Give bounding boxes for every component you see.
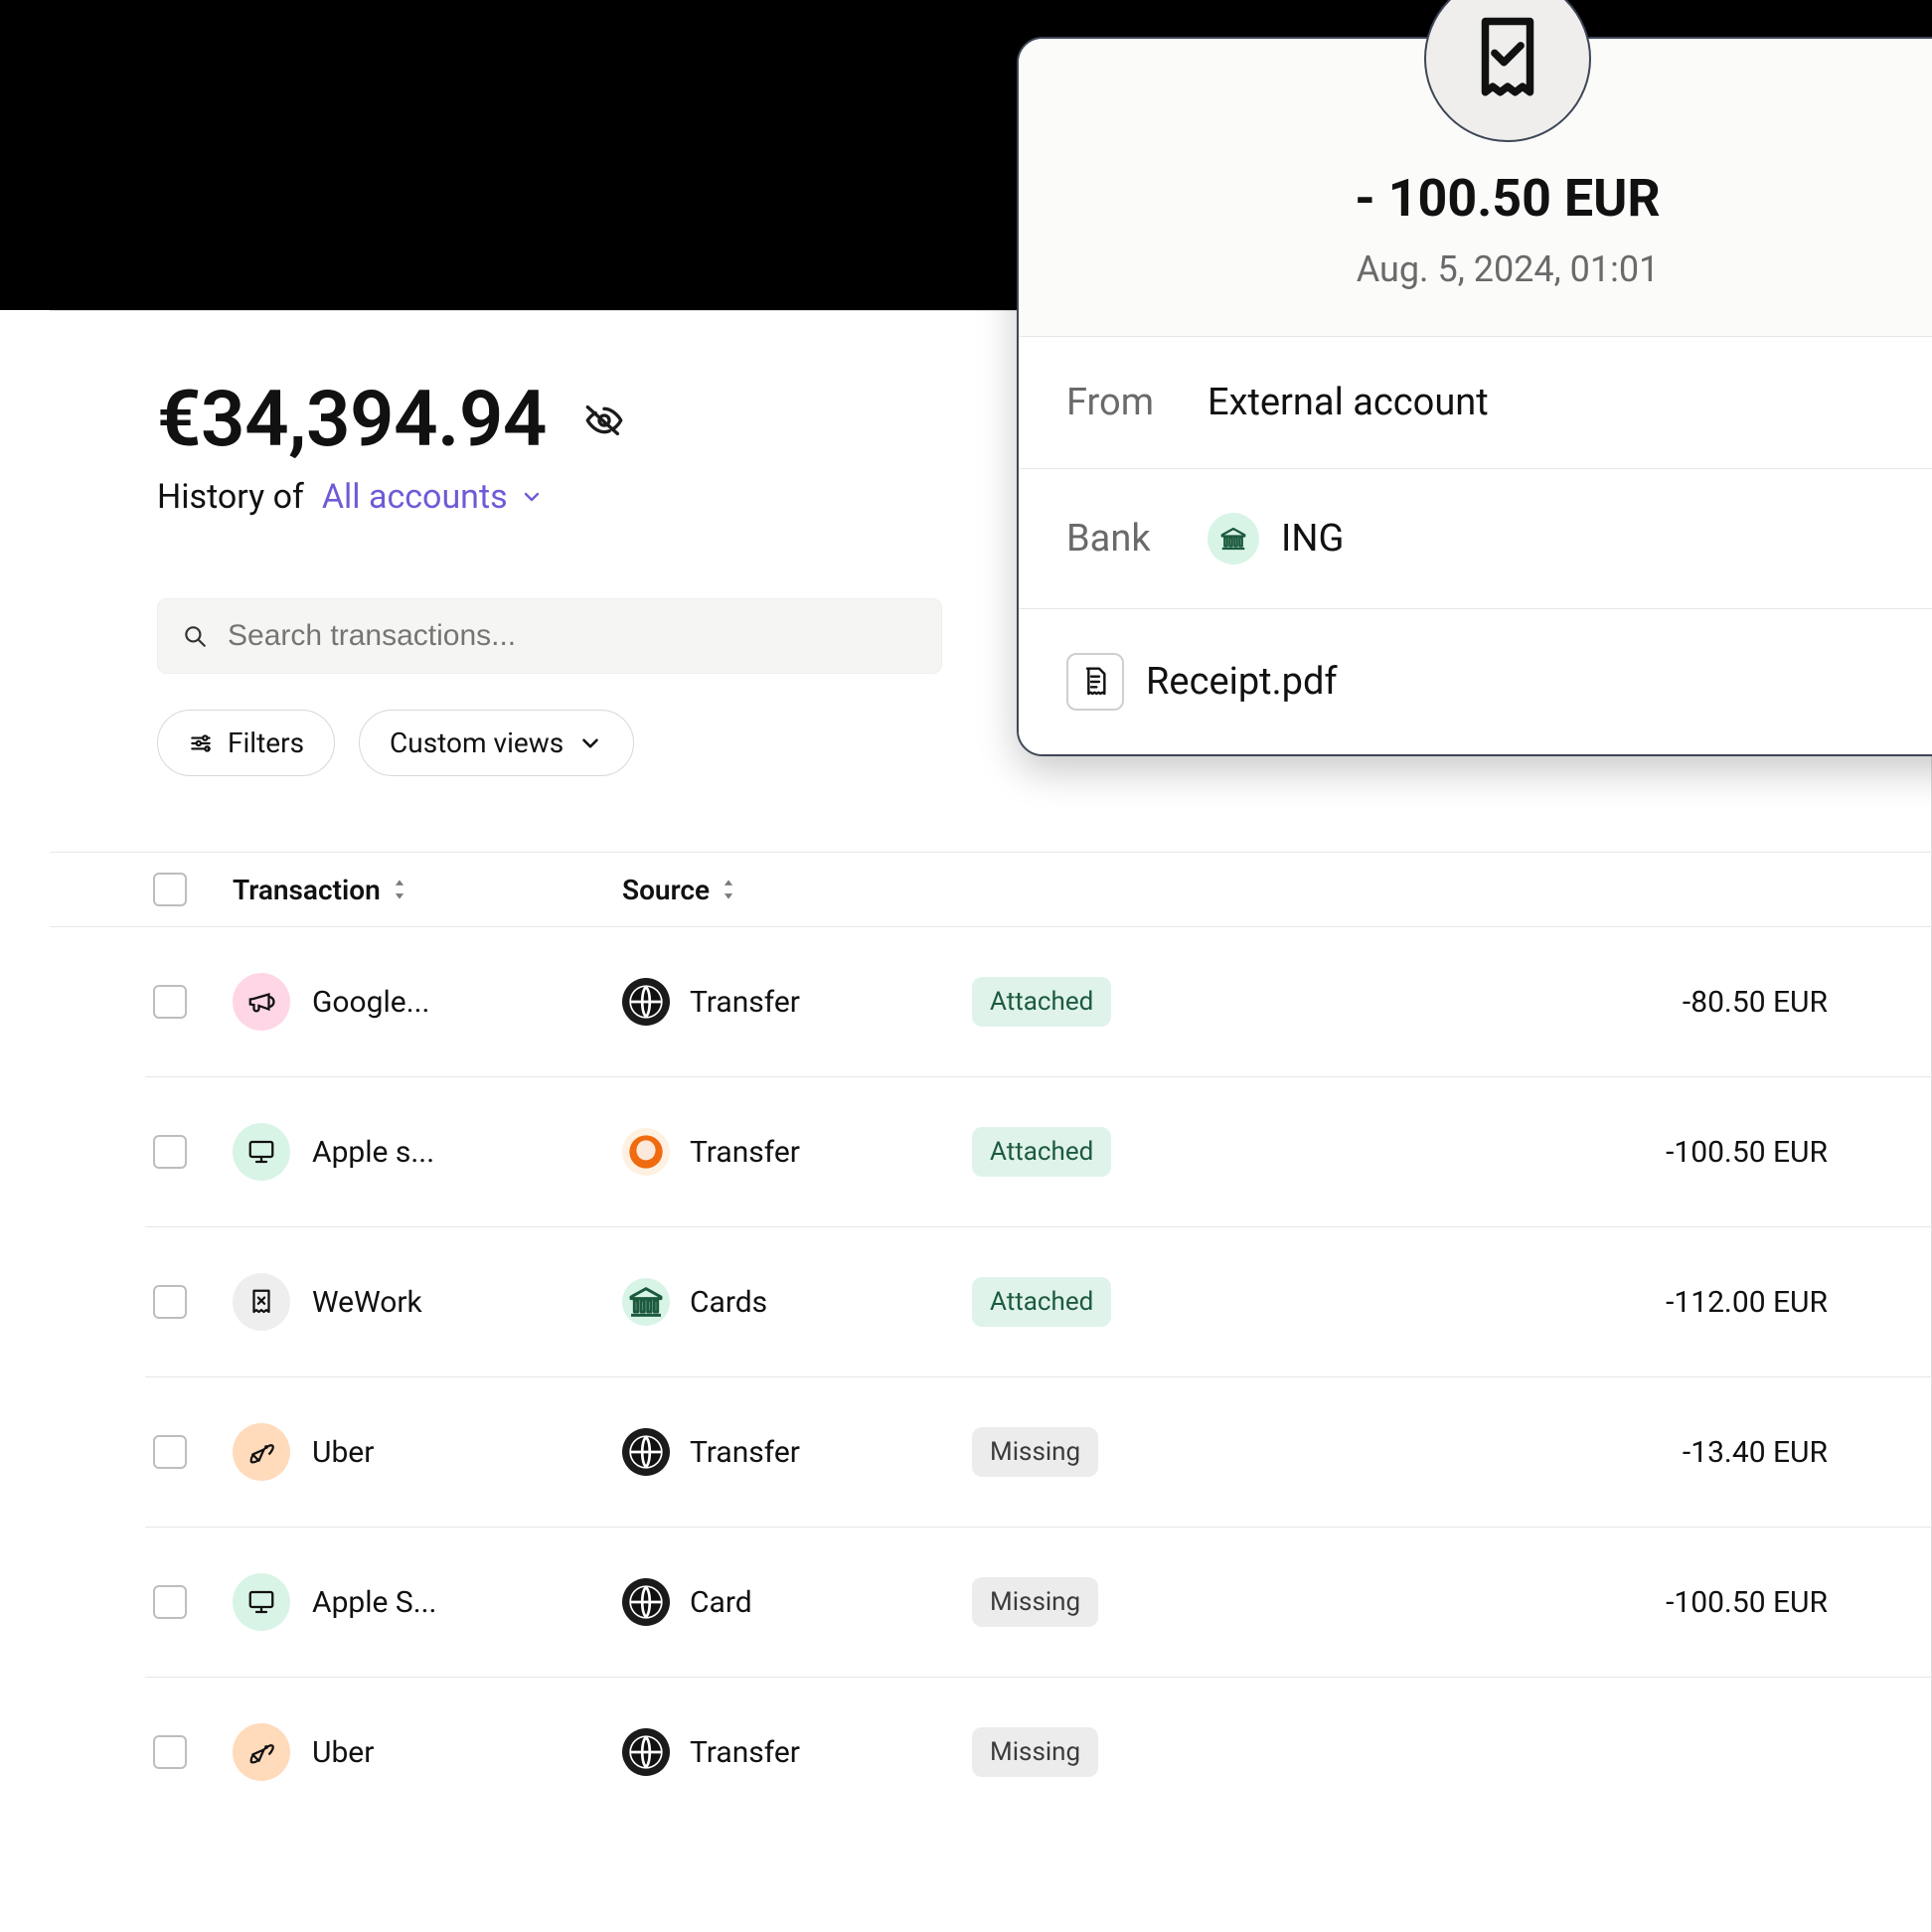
detail-bank-label: Bank (1066, 517, 1186, 561)
amount-cell: -100.50 EUR (1242, 1135, 1832, 1170)
sliders-icon (188, 730, 214, 756)
receipt-check-icon (1463, 9, 1552, 108)
select-all-checkbox[interactable] (153, 873, 187, 906)
row-checkbox[interactable] (153, 1135, 187, 1169)
detail-amount: - 100.50 EUR (1048, 168, 1932, 229)
amount-cell: -13.40 EUR (1242, 1435, 1832, 1470)
source-label: Transfer (690, 1135, 800, 1170)
source-label: Transfer (690, 1435, 800, 1470)
transactions-table: Transaction Source Google... Transfer (50, 852, 1931, 1827)
receipt-badge: Attached (972, 1127, 1111, 1177)
detail-date: Aug. 5, 2024, 01:01 (1048, 248, 1932, 290)
sort-icon (391, 879, 408, 900)
detail-from-label: From (1066, 381, 1186, 424)
receipt-badge: Missing (972, 1427, 1098, 1477)
table-row[interactable]: Uber Transfer Missing (145, 1677, 1931, 1827)
row-checkbox[interactable] (153, 1435, 187, 1469)
detail-attachment-name: Receipt.pdf (1146, 660, 1338, 704)
table-row[interactable]: Uber Transfer Missing -13.40 EUR (145, 1376, 1931, 1527)
table-header-row: Transaction Source (50, 852, 1931, 927)
chevron-down-icon (520, 485, 544, 509)
detail-bank-name: ING (1281, 517, 1344, 561)
globe-icon (622, 1428, 670, 1476)
search-input-wrapper[interactable] (157, 598, 942, 674)
lion-icon (622, 1128, 670, 1176)
source-label: Cards (690, 1285, 767, 1320)
rocket-icon (233, 1723, 290, 1781)
detail-from-row: From External account (1019, 337, 1932, 469)
custom-views-button[interactable]: Custom views (359, 710, 634, 776)
chevron-down-icon (577, 730, 603, 756)
megaphone-icon (233, 973, 290, 1031)
search-input[interactable] (226, 618, 917, 654)
toggle-balance-visibility[interactable] (582, 399, 626, 442)
merchant-name: Apple S... (312, 1585, 436, 1620)
bank-icon (622, 1278, 670, 1326)
amount-cell: -100.50 EUR (1242, 1585, 1832, 1620)
accounts-selector[interactable]: All accounts (322, 477, 544, 517)
globe-icon (622, 1728, 670, 1776)
bank-icon (1218, 524, 1248, 554)
column-transaction[interactable]: Transaction (223, 874, 610, 906)
history-label: History of (157, 477, 304, 517)
globe-icon (622, 1578, 670, 1626)
receipt-x-icon (233, 1273, 290, 1331)
custom-views-label: Custom views (390, 726, 564, 759)
receipt-badge: Missing (972, 1577, 1098, 1627)
source-label: Card (690, 1585, 752, 1620)
table-row[interactable]: Apple S... Card Missing -100.50 EUR (145, 1527, 1931, 1677)
eye-off-icon (584, 401, 624, 440)
bank-chip (1208, 513, 1259, 564)
main-panel: €34,394.94 History of All accounts Filte… (50, 310, 1932, 1932)
source-label: Transfer (690, 1735, 800, 1770)
row-checkbox[interactable] (153, 1735, 187, 1769)
table-row[interactable]: WeWork Cards Attached -112.00 EUR (145, 1226, 1931, 1376)
receipt-badge: Attached (972, 977, 1111, 1027)
sort-icon (720, 879, 737, 900)
rocket-icon (233, 1423, 290, 1481)
column-source[interactable]: Source (622, 874, 960, 906)
filters-button[interactable]: Filters (157, 710, 335, 776)
column-source-label: Source (622, 874, 710, 906)
amount-cell: -112.00 EUR (1242, 1285, 1832, 1320)
table-row[interactable]: Apple s... Transfer Attached -100.50 EUR (145, 1076, 1931, 1226)
monitor-icon (233, 1123, 290, 1181)
detail-bank-row: Bank ING (1019, 469, 1932, 609)
detail-attachment-row[interactable]: Receipt.pdf (1019, 609, 1932, 754)
monitor-icon (233, 1573, 290, 1631)
table-row[interactable]: Google... Transfer Attached -80.50 EUR (145, 927, 1931, 1076)
accounts-selector-label: All accounts (322, 477, 508, 517)
row-checkbox[interactable] (153, 985, 187, 1019)
row-checkbox[interactable] (153, 1585, 187, 1619)
merchant-name: Uber (312, 1735, 374, 1770)
receipt-badge: Missing (972, 1727, 1098, 1777)
detail-from-value: External account (1208, 381, 1489, 424)
row-checkbox[interactable] (153, 1285, 187, 1319)
file-icon (1079, 665, 1111, 699)
filters-label: Filters (228, 726, 304, 759)
merchant-name: Apple s... (312, 1135, 434, 1170)
globe-icon (622, 978, 670, 1026)
file-icon-box (1066, 653, 1124, 711)
account-balance: €34,394.94 (157, 375, 547, 465)
search-icon (182, 623, 208, 649)
receipt-badge: Attached (972, 1277, 1111, 1327)
source-label: Transfer (690, 985, 800, 1020)
merchant-name: WeWork (312, 1285, 422, 1320)
merchant-name: Google... (312, 985, 429, 1020)
column-transaction-label: Transaction (233, 874, 381, 906)
merchant-name: Uber (312, 1435, 374, 1470)
transaction-detail-popover: - 100.50 EUR Aug. 5, 2024, 01:01 From Ex… (1017, 37, 1932, 756)
amount-cell: -80.50 EUR (1242, 985, 1832, 1020)
